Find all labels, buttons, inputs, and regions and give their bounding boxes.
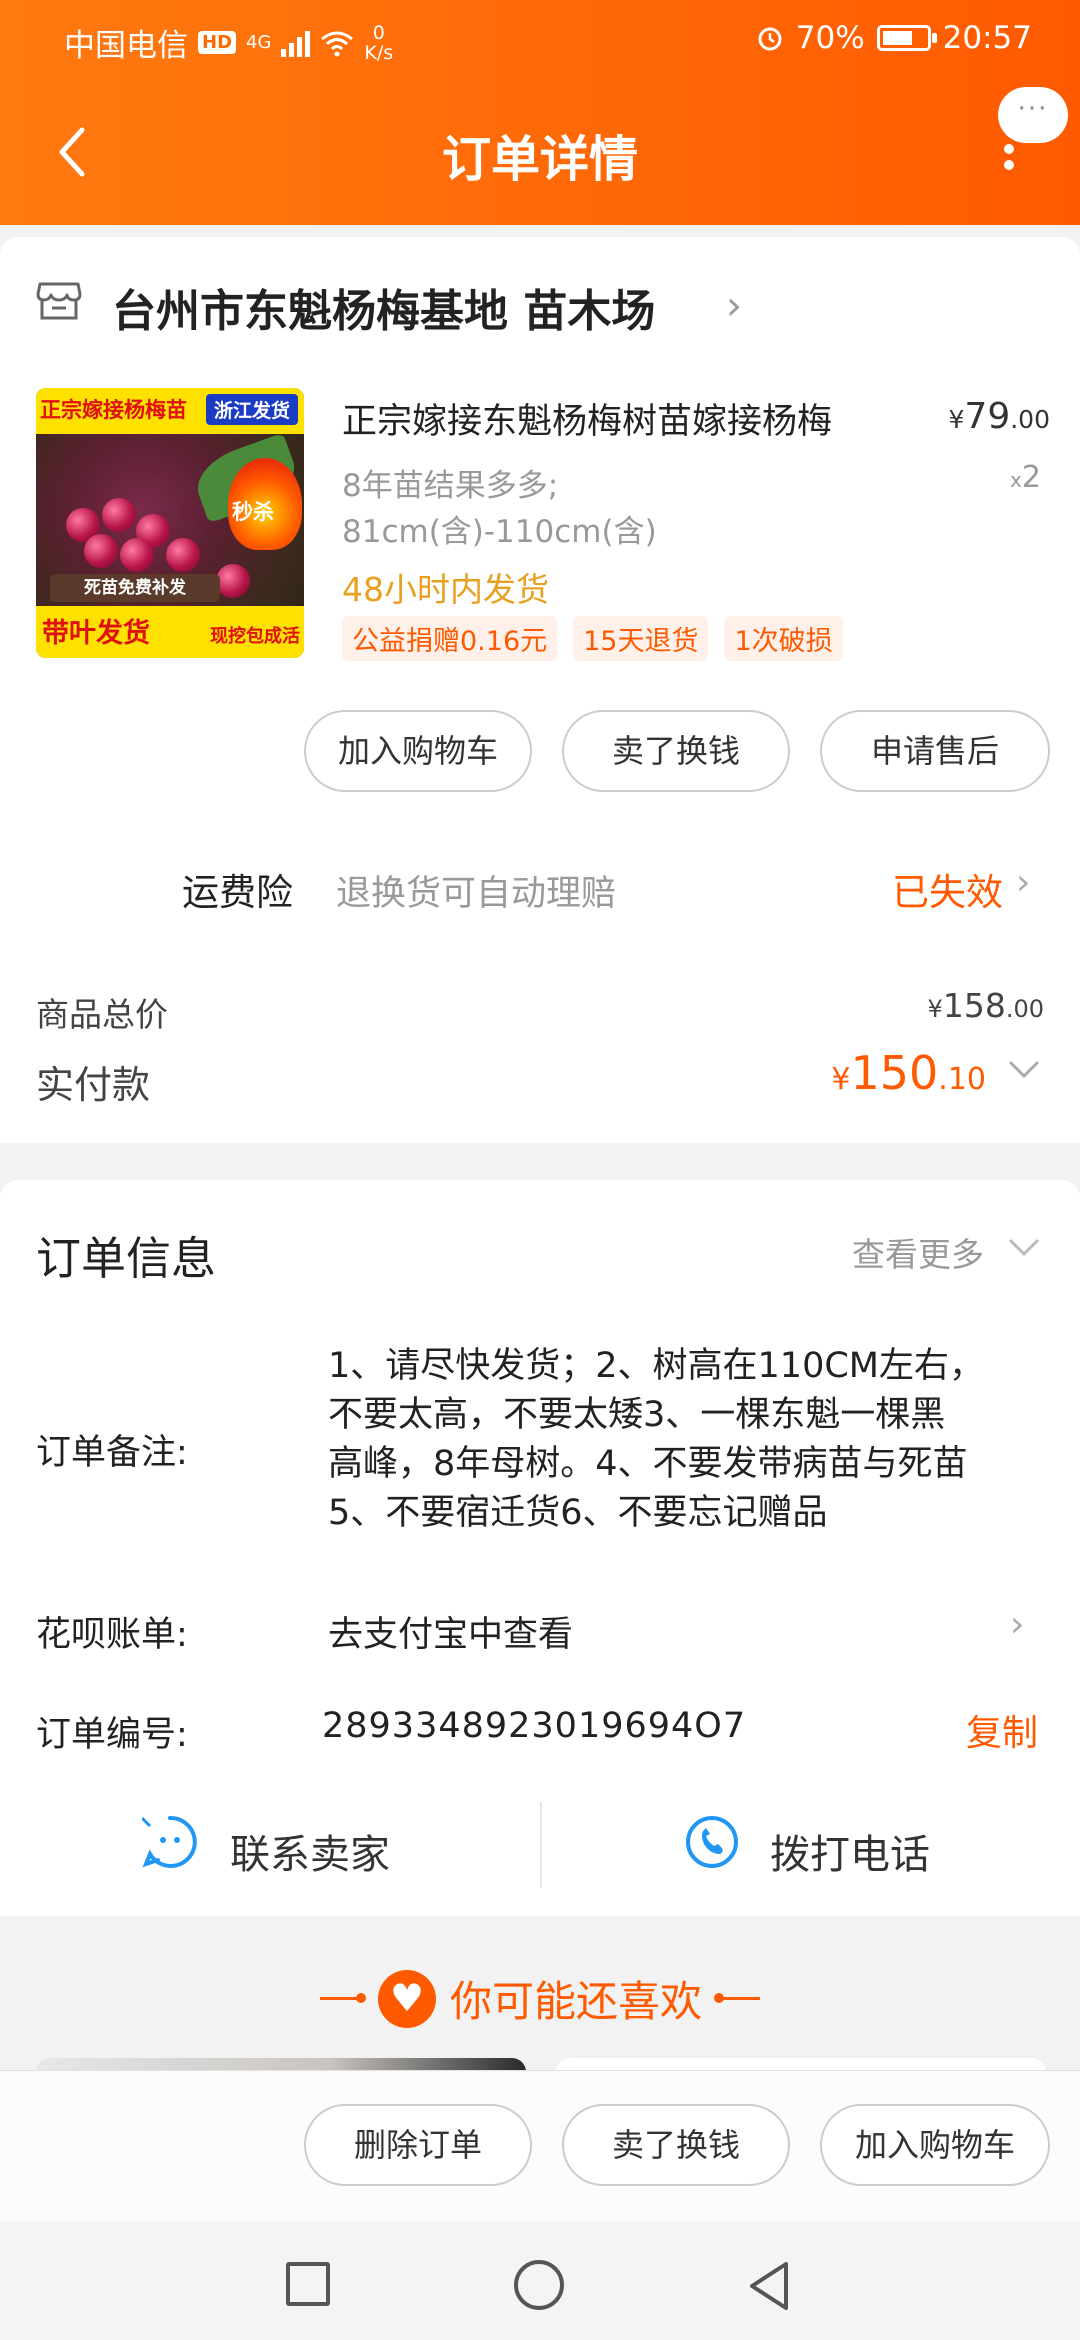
huabei-link[interactable]: 去支付宝中查看: [328, 1606, 573, 1657]
shop-name[interactable]: 台州市东魁杨梅基地 苗木场: [112, 275, 655, 339]
home-icon[interactable]: [514, 2260, 564, 2310]
order-note-line: 1、请尽快发货；2、树高在110CM左右，: [328, 1346, 984, 1386]
network-gen: 4G: [246, 32, 272, 53]
chevron-down-icon[interactable]: [1006, 1052, 1042, 1088]
berry-graphic: [84, 534, 118, 568]
resell-button[interactable]: 卖了换钱: [562, 710, 790, 792]
image-text: 正宗嫁接杨梅苗: [40, 398, 187, 422]
call-button[interactable]: 拨打电话: [770, 1822, 930, 1880]
decor-line: [714, 1993, 760, 2003]
recommend-title: 你可能还喜欢: [449, 1977, 702, 2026]
more-bubble[interactable]: ···: [998, 87, 1068, 143]
product-spec: 81cm(含)-110cm(含): [342, 514, 657, 550]
phone-icon[interactable]: [684, 1814, 740, 1870]
chevron-right-icon[interactable]: ›: [726, 283, 742, 329]
goods-total-value: ¥158.00: [927, 986, 1044, 1025]
product-price: ¥79.00: [948, 396, 1050, 437]
after-sale-button[interactable]: 申请售后: [820, 710, 1050, 792]
shop-icon: [36, 282, 82, 320]
heart-icon: [377, 1969, 436, 2028]
berry-graphic: [120, 538, 154, 572]
chevron-right-icon[interactable]: ›: [1010, 1604, 1024, 1645]
battery-percent: 70%: [795, 20, 865, 56]
order-note-text: 1、请尽快发货；2、树高在110CM左右， 不要太高，不要太矮3、一棵东魁一棵黑…: [328, 1342, 1048, 1538]
divider: [540, 1802, 542, 1888]
net-speed: 0 K/s: [364, 21, 394, 64]
image-text: 现挖包成活: [210, 626, 300, 647]
paid-label: 实付款: [36, 1063, 151, 1107]
paid-value: ¥150.10: [831, 1046, 986, 1100]
recent-apps-icon[interactable]: [286, 2262, 330, 2306]
product-title[interactable]: 正宗嫁接东魁杨梅树苗嫁接杨梅: [342, 393, 902, 444]
status-bar: 中国电信 HD 4G 0 K/s 70% 20:57: [0, 0, 1080, 80]
hd-badge: HD: [198, 31, 237, 54]
goods-total-label: 商品总价: [36, 995, 168, 1034]
product-image[interactable]: 正宗嫁接杨梅苗 浙江发货 秒杀 死苗免费补发 带叶发货 现挖包成活: [36, 388, 304, 658]
contact-seller-button[interactable]: 联系卖家: [230, 1822, 390, 1880]
service-tags: 公益捐赠0.16元 15天退货 1次破损: [342, 616, 843, 661]
back-nav-icon[interactable]: [744, 2258, 794, 2314]
berry-graphic: [166, 538, 200, 572]
order-info-title: 订单信息: [36, 1232, 217, 1285]
order-number: 2893348923019694O7: [322, 1706, 747, 1746]
product-quantity: x2: [1010, 460, 1041, 495]
service-tag: 1次破损: [724, 616, 843, 661]
clock: 20:57: [942, 20, 1032, 56]
chevron-down-icon[interactable]: [1006, 1230, 1042, 1266]
page-title: 订单详情: [441, 131, 638, 188]
copy-button[interactable]: 复制: [966, 1704, 1038, 1756]
berry-graphic: [216, 564, 250, 598]
resell-button[interactable]: 卖了换钱: [562, 2104, 790, 2186]
image-text: 带叶发货: [42, 618, 150, 649]
insurance-desc: 退换货可自动理赔: [336, 874, 617, 914]
recommend-header: 你可能还喜欢: [0, 1968, 1080, 2029]
order-note-line: 不要太高，不要太矮3、一棵东魁一棵黑: [328, 1395, 946, 1435]
flash-sale-badge: 秒杀: [228, 458, 302, 550]
see-more-link[interactable]: 查看更多: [852, 1228, 984, 1276]
image-text: 死苗免费补发: [50, 574, 220, 602]
order-note-line: 5、不要宿迁货6、不要忘记赠品: [328, 1493, 828, 1533]
decor-line: [319, 1993, 366, 2003]
image-text: 浙江发货: [205, 394, 298, 425]
alarm-icon: [758, 27, 782, 51]
chat-icon[interactable]: [142, 1814, 198, 1870]
chevron-right-icon[interactable]: ›: [1016, 862, 1030, 903]
order-note-label: 订单备注:: [36, 1433, 188, 1473]
insurance-label: 运费险: [182, 871, 293, 914]
service-tag: 公益捐赠0.16元: [342, 616, 558, 661]
add-to-cart-button[interactable]: 加入购物车: [304, 710, 532, 792]
product-spec: 8年苗结果多多;: [342, 468, 559, 504]
wifi-icon: [321, 31, 354, 56]
delete-order-button[interactable]: 删除订单: [304, 2104, 532, 2186]
battery-icon: [876, 25, 937, 51]
order-note-line: 高峰，8年母树。4、不要发带病苗与死苗: [328, 1444, 968, 1484]
insurance-status[interactable]: 已失效: [892, 862, 1003, 916]
add-to-cart-button[interactable]: 加入购物车: [820, 2104, 1050, 2186]
berry-graphic: [102, 498, 136, 532]
shipping-time: 48小时内发货: [342, 570, 549, 609]
order-number-label: 订单编号:: [36, 1715, 188, 1755]
more-options-icon[interactable]: [1004, 144, 1016, 180]
signal-icon: [281, 29, 311, 57]
service-tag: 15天退货: [573, 616, 709, 661]
carrier-label: 中国电信: [64, 28, 188, 64]
huabei-label: 花呗账单:: [36, 1615, 188, 1655]
